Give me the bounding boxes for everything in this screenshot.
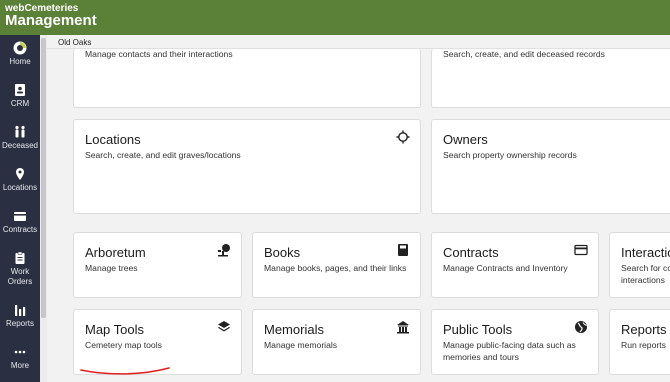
interactions-card-desc: Search for contact interactions (621, 263, 670, 285)
books-card-desc: Manage books, pages, and their links (264, 263, 407, 273)
nav-reports-label: Reports (5, 319, 34, 328)
memorials-card[interactable]: Memorials Manage memorials (252, 309, 421, 375)
reports-card[interactable]: Reports Run reports (609, 309, 670, 375)
owners-card[interactable]: Owners Search property ownership records (431, 119, 670, 214)
locations-card-title: Locations (85, 132, 141, 147)
more-icon (14, 350, 26, 354)
breadcrumb[interactable]: Old Oaks (58, 38, 91, 47)
sidebar: Home CRM Deceased Locations Contracts Wo… (0, 35, 40, 382)
owners-card-title: Owners (443, 132, 488, 147)
locations-card[interactable]: Locations Search, create, and edit grave… (73, 119, 421, 214)
memorials-card-title: Memorials (264, 322, 324, 337)
deceased-card[interactable]: Search, create, and edit deceased record… (431, 49, 670, 108)
globe-icon (575, 321, 587, 333)
nav-work-orders-label-1: Work (10, 267, 30, 276)
contracts-card-title: Contracts (443, 245, 499, 260)
nav-contracts[interactable]: Contracts (0, 209, 40, 249)
books-card[interactable]: Books Manage books, pages, and their lin… (252, 232, 421, 298)
red-underline-annotation (80, 367, 170, 375)
memorials-card-desc: Manage memorials (264, 340, 338, 350)
bar-chart-icon (15, 305, 26, 316)
arboretum-card-desc: Manage trees (85, 263, 138, 273)
credit-card-icon (574, 244, 588, 256)
home-icon (13, 41, 27, 55)
app-subtitle: Management (5, 12, 97, 29)
nav-contracts-label: Contracts (2, 225, 38, 234)
public-tools-card-title: Public Tools (443, 322, 513, 337)
contracts-card[interactable]: Contracts Manage Contracts and Inventory (431, 232, 599, 298)
nav-home-label: Home (9, 57, 31, 66)
reports-card-title: Reports (621, 322, 667, 337)
monument-icon (397, 321, 409, 334)
public-tools-card[interactable]: Public Tools Manage public-facing data s… (431, 309, 599, 375)
nav-deceased[interactable]: Deceased (0, 125, 40, 165)
reports-card-desc: Run reports (621, 340, 666, 350)
contacts-icon (15, 84, 25, 96)
app-header: webCemeteries Management (0, 0, 670, 35)
nav-more-label: More (10, 361, 30, 370)
scrollbar-thumb[interactable] (41, 38, 46, 318)
nav-home[interactable]: Home (0, 41, 40, 81)
map-tools-card-title: Map Tools (85, 322, 145, 337)
arboretum-card[interactable]: Arboretum Manage trees (73, 232, 242, 298)
map-tools-card-desc: Cemetery map tools (85, 340, 162, 350)
nav-crm-label: CRM (10, 99, 30, 108)
public-tools-card-desc: Manage public-facing data such as memori… (443, 340, 576, 362)
nav-deceased-label: Deceased (1, 141, 39, 150)
arboretum-card-title: Arboretum (85, 245, 146, 260)
deceased-card-desc: Search, create, and edit deceased record… (443, 49, 605, 59)
nav-reports[interactable]: Reports (0, 303, 40, 343)
credit-card-icon (14, 212, 26, 221)
layers-icon (218, 321, 230, 332)
map-tools-card[interactable]: Map Tools Cemetery map tools (73, 309, 242, 375)
crm-card[interactable]: Manage contacts and their interactions (73, 49, 421, 108)
interactions-card[interactable]: Interactions Search for contact interact… (609, 232, 670, 298)
crm-card-desc: Manage contacts and their interactions (85, 49, 233, 59)
book-icon (398, 244, 408, 256)
locations-card-desc: Search, create, and edit graves/location… (85, 150, 241, 160)
nav-work-orders[interactable]: Work Orders (0, 251, 40, 301)
tree-icon (218, 244, 230, 257)
owners-card-desc: Search property ownership records (443, 150, 577, 160)
nav-crm[interactable]: CRM (0, 83, 40, 123)
nav-locations-label: Locations (2, 183, 38, 192)
interactions-card-title: Interactions (621, 245, 670, 260)
books-card-title: Books (264, 245, 301, 260)
clipboard-icon (15, 251, 25, 264)
people-icon (15, 125, 25, 138)
nav-work-orders-label-2: Orders (7, 277, 33, 286)
nav-more[interactable]: More (0, 345, 40, 382)
location-pin-icon (16, 168, 24, 180)
nav-locations[interactable]: Locations (0, 167, 40, 207)
contracts-card-desc: Manage Contracts and Inventory (443, 263, 568, 273)
crosshair-icon (396, 130, 410, 144)
